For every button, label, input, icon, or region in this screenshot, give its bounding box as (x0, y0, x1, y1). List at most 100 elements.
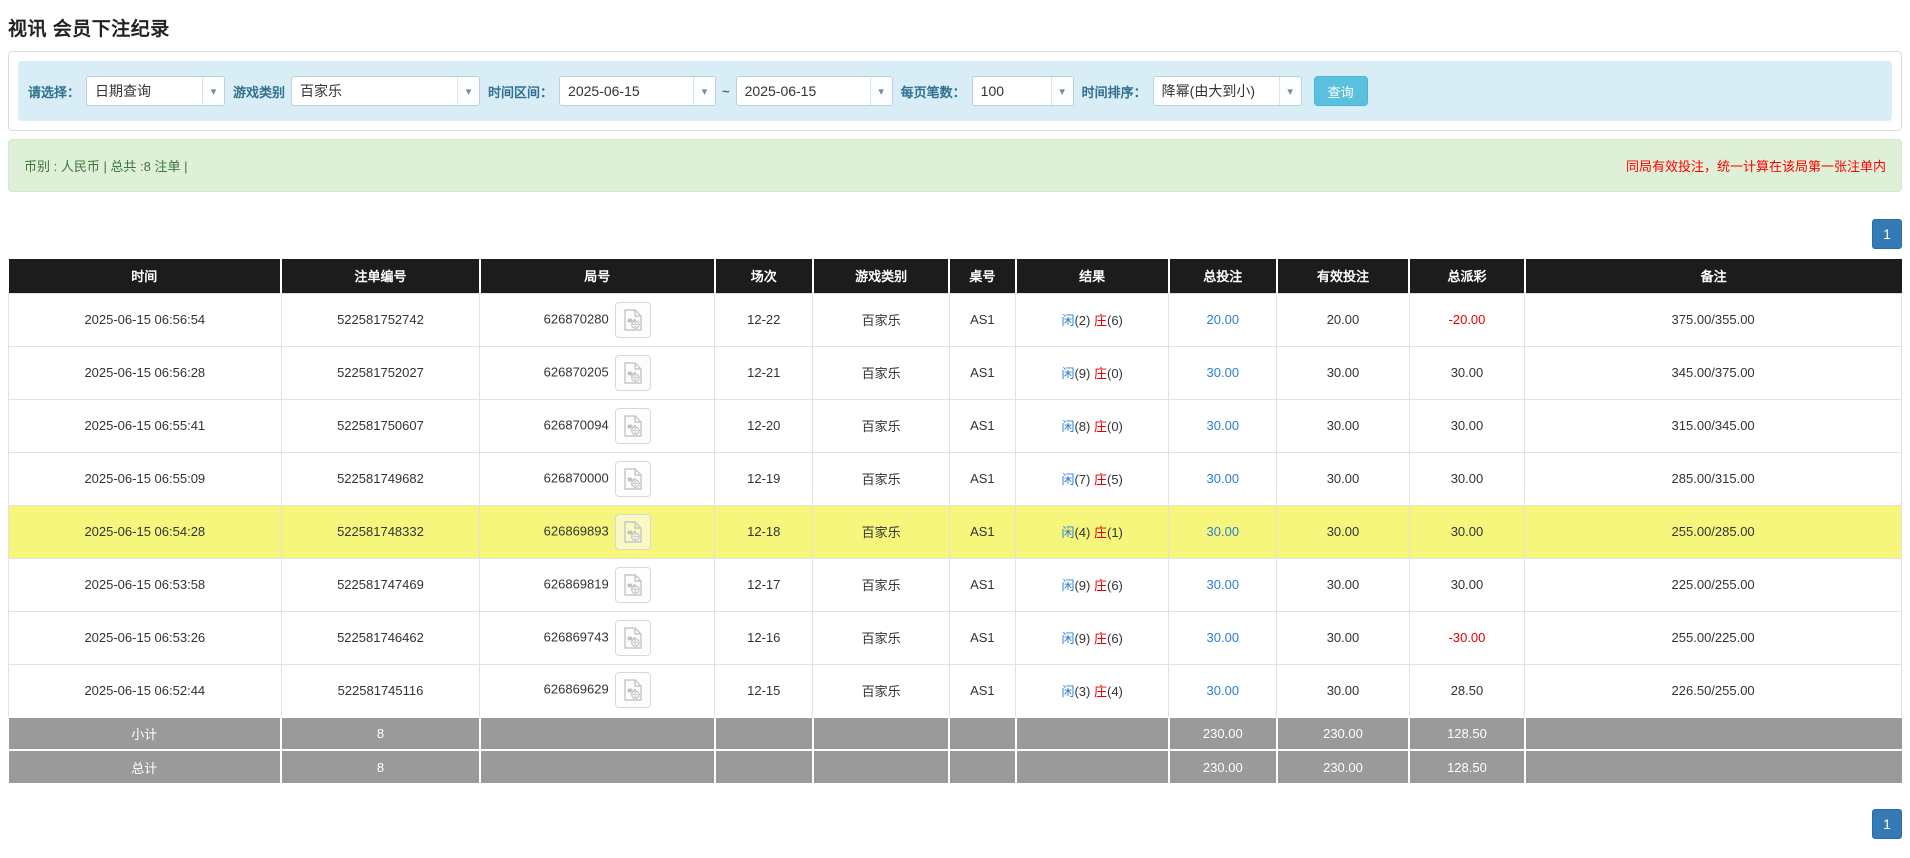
video-record-button[interactable] (615, 355, 651, 391)
banker-result-count: (6) (1107, 631, 1123, 646)
player-result-label: 闲 (1061, 313, 1074, 328)
cell-valid-bet: 30.00 (1277, 611, 1410, 664)
query-type-select[interactable]: 日期查询 ▾ (86, 76, 225, 106)
cell-round-id (480, 717, 715, 750)
summary-payout: 128.50 (1409, 750, 1524, 783)
cell-bet-id: 522581746462 (281, 611, 480, 664)
cell-payout: 30.00 (1409, 346, 1524, 399)
video-record-button[interactable] (615, 461, 651, 497)
cell-table-no: AS1 (949, 452, 1015, 505)
cell-payout: -20.00 (1409, 293, 1524, 346)
round-id: 626869629 (544, 682, 609, 697)
filter-page-size: 每页笔数： 100 ▾ (901, 76, 1074, 106)
player-result-label: 闲 (1061, 366, 1074, 381)
video-record-button[interactable] (615, 620, 651, 656)
cell-game-type: 百家乐 (813, 664, 949, 717)
page-1-button[interactable]: 1 (1872, 219, 1902, 249)
table-row: 2025-06-15 06:56:28522581752027626870205… (9, 346, 1902, 399)
table-row: 2025-06-15 06:56:54522581752742626870280… (9, 293, 1902, 346)
cell-valid-bet: 30.00 (1277, 346, 1410, 399)
chevron-down-icon[interactable]: ▾ (202, 77, 224, 105)
banker-result-label: 庄 (1094, 525, 1107, 540)
chevron-down-icon[interactable]: ▾ (693, 77, 715, 105)
cell-result (1016, 750, 1169, 783)
summary-row: 小计8230.00230.00128.50 (9, 717, 1902, 750)
cell-game-type: 百家乐 (813, 399, 949, 452)
banker-result-label: 庄 (1094, 578, 1107, 593)
page-size-select[interactable]: 100 ▾ (972, 76, 1074, 106)
banker-result-label: 庄 (1094, 472, 1107, 487)
video-record-button[interactable] (615, 672, 651, 708)
column-header: 总派彩 (1409, 259, 1524, 293)
chevron-down-icon[interactable]: ▾ (1279, 77, 1301, 105)
time-sort-label: 时间排序： (1082, 82, 1147, 101)
cell-round-id: 626869893 (480, 505, 715, 558)
cell-total-bet: 30.00 (1169, 505, 1277, 558)
cell-result: 闲(9) 庄(6) (1016, 558, 1169, 611)
date-from-select[interactable]: 2025-06-15 ▾ (559, 76, 716, 106)
summary-bar: 币别 : 人民币 | 总共 :8 注单 | 同局有效投注，统一计算在该局第一张注… (8, 139, 1902, 192)
time-sort-select[interactable]: 降幂(由大到小) ▾ (1153, 76, 1302, 106)
cell-result: 闲(9) 庄(6) (1016, 611, 1169, 664)
video-record-button[interactable] (615, 408, 651, 444)
cell-result: 闲(3) 庄(4) (1016, 664, 1169, 717)
cell-time: 2025-06-15 06:53:58 (9, 558, 282, 611)
banker-result-count: (6) (1107, 578, 1123, 593)
cell-remark (1525, 717, 1902, 750)
player-result-label: 闲 (1061, 419, 1074, 434)
page-size-label: 每页笔数： (901, 82, 966, 101)
cell-remark: 315.00/345.00 (1525, 399, 1902, 452)
column-header: 时间 (9, 259, 282, 293)
cell-round-id: 626869629 (480, 664, 715, 717)
table-row: 2025-06-15 06:53:26522581746462626869743… (9, 611, 1902, 664)
column-header: 结果 (1016, 259, 1169, 293)
chevron-down-icon[interactable]: ▾ (1051, 77, 1073, 105)
cell-result: 闲(8) 庄(0) (1016, 399, 1169, 452)
video-record-button[interactable] (615, 302, 651, 338)
cell-round-id: 626870000 (480, 452, 715, 505)
cell-time: 2025-06-15 06:55:09 (9, 452, 282, 505)
column-header: 游戏类别 (813, 259, 949, 293)
summary-payout: 128.50 (1409, 717, 1524, 750)
page-title: 视讯 会员下注纪录 (8, 14, 1902, 41)
round-id: 626870094 (544, 417, 609, 432)
date-range-label: 时间区间： (488, 82, 553, 101)
cell-remark: 255.00/225.00 (1525, 611, 1902, 664)
notice-text: 同局有效投注，统一计算在该局第一张注单内 (1626, 156, 1886, 175)
filter-date-range: 时间区间： 2025-06-15 ▾ ~ 2025-06-15 ▾ (488, 76, 893, 106)
cell-remark: 255.00/285.00 (1525, 505, 1902, 558)
summary-total-bet: 230.00 (1169, 717, 1277, 750)
currency-summary-text: 币别 : 人民币 | 总共 :8 注单 | (24, 156, 188, 175)
cell-remark: 345.00/375.00 (1525, 346, 1902, 399)
pagination-top: 1 (8, 219, 1902, 249)
video-record-button[interactable] (615, 567, 651, 603)
cell-time: 2025-06-15 06:56:54 (9, 293, 282, 346)
cell-result (1016, 717, 1169, 750)
video-record-button[interactable] (615, 514, 651, 550)
chevron-down-icon[interactable]: ▾ (870, 77, 892, 105)
date-from-value: 2025-06-15 (560, 77, 693, 105)
column-header: 局号 (480, 259, 715, 293)
cell-bet-id: 522581749682 (281, 452, 480, 505)
page-1-button[interactable]: 1 (1872, 809, 1902, 839)
cell-remark: 226.50/255.00 (1525, 664, 1902, 717)
round-id: 626870205 (544, 364, 609, 379)
filter-time-sort: 时间排序： 降幂(由大到小) ▾ (1082, 76, 1302, 106)
cell-remark: 375.00/355.00 (1525, 293, 1902, 346)
player-result-count: (7) (1074, 472, 1090, 487)
cell-total-bet: 30.00 (1169, 664, 1277, 717)
cell-bet-id: 522581748332 (281, 505, 480, 558)
cell-round-id: 626869819 (480, 558, 715, 611)
video-file-icon (623, 521, 643, 543)
date-to-select[interactable]: 2025-06-15 ▾ (736, 76, 893, 106)
search-button[interactable]: 查询 (1314, 76, 1368, 106)
cell-round-id: 626870205 (480, 346, 715, 399)
cell-payout: 30.00 (1409, 452, 1524, 505)
cell-bet-id: 522581745116 (281, 664, 480, 717)
cell-table-no: AS1 (949, 558, 1015, 611)
cell-table-no: AS1 (949, 505, 1015, 558)
cell-session: 12-16 (715, 611, 813, 664)
game-type-select[interactable]: 百家乐 ▾ (291, 76, 480, 106)
chevron-down-icon[interactable]: ▾ (457, 77, 479, 105)
video-file-icon (623, 468, 643, 490)
